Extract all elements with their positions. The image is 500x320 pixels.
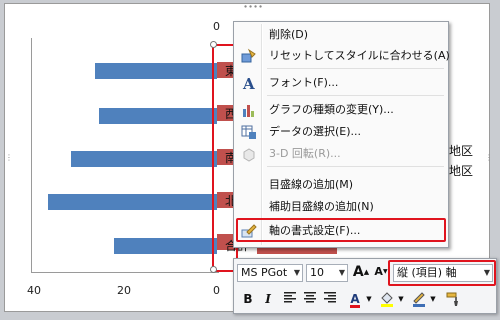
grow-caret-icon: ▲: [363, 268, 370, 276]
outline-color-button[interactable]: [410, 291, 428, 307]
menu-separator: [267, 95, 444, 96]
menu-item-label: フォント(F)...: [269, 76, 339, 89]
menu-item-label: 3-D 回転(R)...: [269, 147, 341, 160]
bottom-tick-label-0: 0: [213, 284, 220, 297]
bold-button[interactable]: B: [240, 291, 256, 307]
bar-blue-3[interactable]: [71, 151, 217, 167]
chart-resize-handle-right[interactable]: ⋮: [485, 154, 493, 162]
menu-item-3d-rotation[interactable]: 3-D 回転(R)...: [236, 143, 446, 164]
align-center-button[interactable]: [302, 291, 318, 307]
menu-item-label: 目盛線の追加(M): [269, 178, 354, 191]
font-name-combo[interactable]: MS PGot ▼: [237, 264, 303, 282]
chevron-down-icon: ▼: [338, 268, 345, 277]
outline-color-dropdown[interactable]: ▼: [429, 291, 437, 307]
format-painter-icon: [446, 292, 458, 306]
chart-resize-handle-left[interactable]: ⋮: [5, 154, 13, 162]
reset-style-icon: [241, 48, 257, 64]
shrink-caret-icon: ▼: [382, 268, 388, 275]
bar-blue-2[interactable]: [99, 108, 217, 124]
menu-item-label: グラフの種類の変更(Y)...: [269, 103, 394, 116]
menu-separator: [267, 68, 444, 69]
shrink-font-button[interactable]: A▼: [373, 264, 389, 280]
plot-area-left-border: [31, 38, 32, 272]
font-name-value: MS PGot: [241, 266, 288, 279]
italic-button[interactable]: I: [260, 291, 276, 307]
plot-area-bottom-border: [31, 272, 219, 273]
bottom-tick-label-20: 20: [117, 284, 131, 297]
axis-selection-handle-top[interactable]: [210, 41, 217, 48]
paint-bucket-icon: [381, 292, 393, 307]
chevron-down-icon: ▼: [293, 268, 300, 277]
select-data-icon: [241, 124, 257, 140]
menu-item-change-chart-type[interactable]: グラフの種類の変更(Y)...: [236, 99, 446, 120]
font-size-value: 10: [310, 266, 324, 279]
menu-item-add-gridlines[interactable]: 目盛線の追加(M): [236, 174, 446, 195]
menu-item-label: 削除(D): [269, 28, 309, 41]
grow-font-glyph: A: [352, 264, 364, 280]
font-color-button[interactable]: A: [346, 291, 364, 308]
svg-text:A: A: [242, 75, 255, 91]
grow-font-button[interactable]: A▲: [352, 264, 370, 280]
align-center-icon: [304, 292, 316, 303]
font-color-dropdown[interactable]: ▼: [365, 291, 373, 307]
3d-rotation-icon: [241, 146, 257, 162]
pen-outline-icon: [413, 292, 425, 307]
right-label-1: 地区: [449, 144, 474, 158]
fill-color-dropdown[interactable]: ▼: [397, 291, 405, 307]
font-size-combo[interactable]: 10 ▼: [306, 264, 348, 282]
chart-resize-handle-top[interactable]: ∙∙∙∙: [243, 3, 263, 11]
menu-item-label: データの選択(E)...: [269, 125, 362, 138]
menu-item-add-minor-gridlines[interactable]: 補助目盛線の追加(N): [236, 196, 446, 217]
align-left-icon: [284, 292, 296, 303]
font-color-glyph: A: [350, 292, 360, 308]
element-selector-highlight: [388, 260, 496, 286]
menu-item-font[interactable]: A フォント(F)...: [236, 72, 446, 93]
axis-selection-handle-bottom[interactable]: [210, 266, 217, 273]
top-tick-label: 0: [213, 20, 220, 33]
menu-item-reset-style[interactable]: リセットしてスタイルに合わせる(A): [236, 45, 450, 66]
bottom-tick-label-40: 40: [27, 284, 41, 297]
shrink-font-glyph: A: [374, 265, 383, 278]
menu-item-label: リセットしてスタイルに合わせる(A): [269, 49, 450, 62]
format-axis-highlight: [236, 218, 446, 242]
align-right-icon: [324, 292, 336, 303]
format-painter-button[interactable]: [444, 291, 462, 307]
menu-item-delete[interactable]: 削除(D): [236, 24, 446, 45]
menu-item-select-data[interactable]: データの選択(E)...: [236, 121, 446, 142]
fill-color-button[interactable]: [378, 291, 396, 307]
bar-blue-1[interactable]: [95, 63, 217, 79]
align-right-button[interactable]: [322, 291, 338, 307]
font-icon: A: [241, 75, 257, 93]
menu-separator: [267, 166, 444, 167]
bar-blue-4[interactable]: [48, 194, 217, 210]
align-left-button[interactable]: [282, 291, 298, 307]
context-menu: 削除(D) リセットしてスタイルに合わせる(A) A フォント(F)... グラ…: [233, 21, 450, 248]
right-label-2: 地区: [449, 164, 474, 178]
menu-item-label: 補助目盛線の追加(N): [269, 200, 374, 213]
chart-type-icon: [241, 102, 257, 118]
bar-blue-5[interactable]: [114, 238, 217, 254]
